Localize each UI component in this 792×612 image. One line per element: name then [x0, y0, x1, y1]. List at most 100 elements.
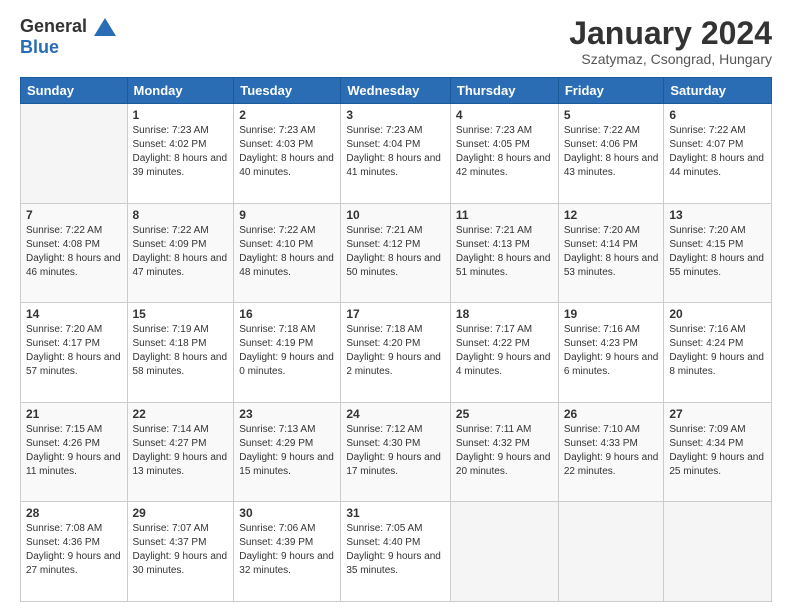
- week-row-3: 14Sunrise: 7:20 AMSunset: 4:17 PMDayligh…: [21, 303, 772, 403]
- day-number: 6: [669, 108, 766, 122]
- day-number: 23: [239, 407, 335, 421]
- day-cell: 5Sunrise: 7:22 AMSunset: 4:06 PMDaylight…: [558, 104, 664, 204]
- day-info: Sunrise: 7:14 AMSunset: 4:27 PMDaylight:…: [133, 423, 229, 479]
- day-number: 26: [564, 407, 659, 421]
- day-info: Sunrise: 7:15 AMSunset: 4:26 PMDaylight:…: [26, 423, 122, 479]
- day-number: 9: [239, 208, 335, 222]
- day-cell: 23Sunrise: 7:13 AMSunset: 4:29 PMDayligh…: [234, 402, 341, 502]
- day-info: Sunrise: 7:22 AMSunset: 4:09 PMDaylight:…: [133, 224, 229, 280]
- day-number: 1: [133, 108, 229, 122]
- day-info: Sunrise: 7:21 AMSunset: 4:12 PMDaylight:…: [346, 224, 445, 280]
- day-number: 8: [133, 208, 229, 222]
- day-cell: 25 Sunrise: 7:11 AMSunset: 4:32 PMDayligh…: [450, 402, 558, 502]
- location-subtitle: Szatymaz, Csongrad, Hungary: [569, 51, 772, 67]
- weekday-header-wednesday: Wednesday: [341, 78, 451, 104]
- day-cell: 21 Sunrise: 7:15 AMSunset: 4:26 PMDayligh…: [21, 402, 128, 502]
- day-cell: 8 Sunrise: 7:22 AMSunset: 4:09 PMDaylight…: [127, 203, 234, 303]
- day-info: Sunrise: 7:07 AMSunset: 4:37 PMDaylight:…: [133, 522, 229, 578]
- day-cell: 27Sunrise: 7:09 AMSunset: 4:34 PMDayligh…: [664, 402, 772, 502]
- day-number: 12: [564, 208, 659, 222]
- weekday-header-monday: Monday: [127, 78, 234, 104]
- day-cell: 28 Sunrise: 7:08 AMSunset: 4:36 PMDayligh…: [21, 502, 128, 602]
- day-cell: 19 Sunrise: 7:16 AMSunset: 4:23 PMDayligh…: [558, 303, 664, 403]
- day-number: 3: [346, 108, 445, 122]
- day-cell: 15Sunrise: 7:19 AMSunset: 4:18 PMDayligh…: [127, 303, 234, 403]
- calendar-table: SundayMondayTuesdayWednesdayThursdayFrid…: [20, 77, 772, 602]
- weekday-header-tuesday: Tuesday: [234, 78, 341, 104]
- month-title: January 2024: [569, 16, 772, 51]
- day-number: 28: [26, 506, 122, 520]
- title-block: January 2024 Szatymaz, Csongrad, Hungary: [569, 16, 772, 67]
- day-info: Sunrise: 7:09 AMSunset: 4:34 PMDaylight:…: [669, 423, 766, 479]
- day-number: 14: [26, 307, 122, 321]
- week-row-4: 21 Sunrise: 7:15 AMSunset: 4:26 PMDayligh…: [21, 402, 772, 502]
- day-number: 29: [133, 506, 229, 520]
- day-cell: 16 Sunrise: 7:18 AMSunset: 4:19 PMDayligh…: [234, 303, 341, 403]
- day-number: 24: [346, 407, 445, 421]
- day-number: 25: [456, 407, 553, 421]
- day-info: Sunrise: 7:16 AMSunset: 4:23 PMDaylight:…: [564, 323, 659, 379]
- day-cell: 7 Sunrise: 7:22 AMSunset: 4:08 PMDaylight…: [21, 203, 128, 303]
- day-cell: 18 Sunrise: 7:17 AMSunset: 4:22 PMDayligh…: [450, 303, 558, 403]
- day-cell: 20 Sunrise: 7:16 AMSunset: 4:24 PMDayligh…: [664, 303, 772, 403]
- day-number: 15: [133, 307, 229, 321]
- day-info: Sunrise: 7:22 AMSunset: 4:08 PMDaylight:…: [26, 224, 122, 280]
- day-info: Sunrise: 7:23 AMSunset: 4:05 PMDaylight:…: [456, 124, 553, 180]
- day-number: 30: [239, 506, 335, 520]
- day-cell: 4 Sunrise: 7:23 AMSunset: 4:05 PMDaylight…: [450, 104, 558, 204]
- day-number: 18: [456, 307, 553, 321]
- day-cell: 3 Sunrise: 7:23 AMSunset: 4:04 PMDaylight…: [341, 104, 451, 204]
- day-cell: 12Sunrise: 7:20 AMSunset: 4:14 PMDayligh…: [558, 203, 664, 303]
- week-row-2: 7 Sunrise: 7:22 AMSunset: 4:08 PMDaylight…: [21, 203, 772, 303]
- day-info: Sunrise: 7:08 AMSunset: 4:36 PMDaylight:…: [26, 522, 122, 578]
- day-cell: 14Sunrise: 7:20 AMSunset: 4:17 PMDayligh…: [21, 303, 128, 403]
- week-row-5: 28 Sunrise: 7:08 AMSunset: 4:36 PMDayligh…: [21, 502, 772, 602]
- day-info: Sunrise: 7:23 AMSunset: 4:04 PMDaylight:…: [346, 124, 445, 180]
- day-number: 21: [26, 407, 122, 421]
- day-info: Sunrise: 7:23 AMSunset: 4:03 PMDaylight:…: [239, 124, 335, 180]
- day-info: Sunrise: 7:16 AMSunset: 4:24 PMDaylight:…: [669, 323, 766, 379]
- day-info: Sunrise: 7:10 AMSunset: 4:33 PMDaylight:…: [564, 423, 659, 479]
- day-cell: 29 Sunrise: 7:07 AMSunset: 4:37 PMDayligh…: [127, 502, 234, 602]
- day-number: 16: [239, 307, 335, 321]
- day-cell: 22Sunrise: 7:14 AMSunset: 4:27 PMDayligh…: [127, 402, 234, 502]
- day-info: Sunrise: 7:20 AMSunset: 4:15 PMDaylight:…: [669, 224, 766, 280]
- header: General Blue January 2024 Szatymaz, Cson…: [20, 16, 772, 67]
- day-number: 19: [564, 307, 659, 321]
- day-cell: [21, 104, 128, 204]
- logo-icon: [94, 18, 116, 36]
- day-info: Sunrise: 7:12 AMSunset: 4:30 PMDaylight:…: [346, 423, 445, 479]
- day-number: 20: [669, 307, 766, 321]
- day-info: Sunrise: 7:05 AMSunset: 4:40 PMDaylight:…: [346, 522, 445, 578]
- day-cell: 31 Sunrise: 7:05 AMSunset: 4:40 PMDayligh…: [341, 502, 451, 602]
- weekday-header-thursday: Thursday: [450, 78, 558, 104]
- day-cell: 30 Sunrise: 7:06 AMSunset: 4:39 PMDayligh…: [234, 502, 341, 602]
- week-row-1: 1 Sunrise: 7:23 AMSunset: 4:02 PMDaylight…: [21, 104, 772, 204]
- page: General Blue January 2024 Szatymaz, Cson…: [0, 0, 792, 612]
- day-info: Sunrise: 7:06 AMSunset: 4:39 PMDaylight:…: [239, 522, 335, 578]
- day-cell: 2Sunrise: 7:23 AMSunset: 4:03 PMDaylight…: [234, 104, 341, 204]
- weekday-header-sunday: Sunday: [21, 78, 128, 104]
- day-number: 4: [456, 108, 553, 122]
- day-number: 17: [346, 307, 445, 321]
- weekday-header-saturday: Saturday: [664, 78, 772, 104]
- day-number: 7: [26, 208, 122, 222]
- logo-blue: Blue: [20, 37, 116, 58]
- day-number: 11: [456, 208, 553, 222]
- day-number: 10: [346, 208, 445, 222]
- day-cell: 10 Sunrise: 7:21 AMSunset: 4:12 PMDayligh…: [341, 203, 451, 303]
- day-number: 5: [564, 108, 659, 122]
- day-info: Sunrise: 7:17 AMSunset: 4:22 PMDaylight:…: [456, 323, 553, 379]
- day-info: Sunrise: 7:18 AMSunset: 4:19 PMDaylight:…: [239, 323, 335, 379]
- logo-general: General: [20, 16, 87, 36]
- day-cell: 13Sunrise: 7:20 AMSunset: 4:15 PMDayligh…: [664, 203, 772, 303]
- day-cell: [558, 502, 664, 602]
- day-cell: 6 Sunrise: 7:22 AMSunset: 4:07 PMDaylight…: [664, 104, 772, 204]
- day-info: Sunrise: 7:11 AMSunset: 4:32 PMDaylight:…: [456, 423, 553, 479]
- day-number: 31: [346, 506, 445, 520]
- day-cell: 24 Sunrise: 7:12 AMSunset: 4:30 PMDayligh…: [341, 402, 451, 502]
- day-info: Sunrise: 7:23 AMSunset: 4:02 PMDaylight:…: [133, 124, 229, 180]
- weekday-header-row: SundayMondayTuesdayWednesdayThursdayFrid…: [21, 78, 772, 104]
- day-info: Sunrise: 7:22 AMSunset: 4:07 PMDaylight:…: [669, 124, 766, 180]
- day-cell: [450, 502, 558, 602]
